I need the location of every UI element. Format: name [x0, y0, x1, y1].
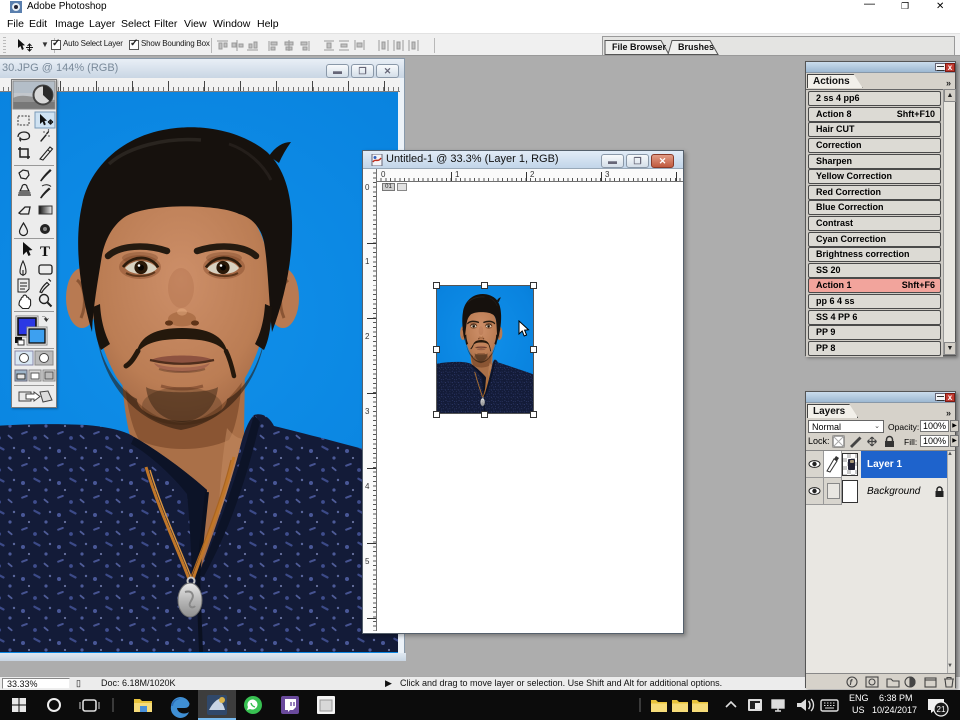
svg-text:T: T: [40, 244, 50, 260]
svg-text:f: f: [850, 678, 854, 687]
svg-text:File Browser: File Browser: [612, 42, 667, 52]
svg-text:21: 21: [937, 705, 946, 714]
svg-text:Brushes: Brushes: [678, 42, 714, 52]
